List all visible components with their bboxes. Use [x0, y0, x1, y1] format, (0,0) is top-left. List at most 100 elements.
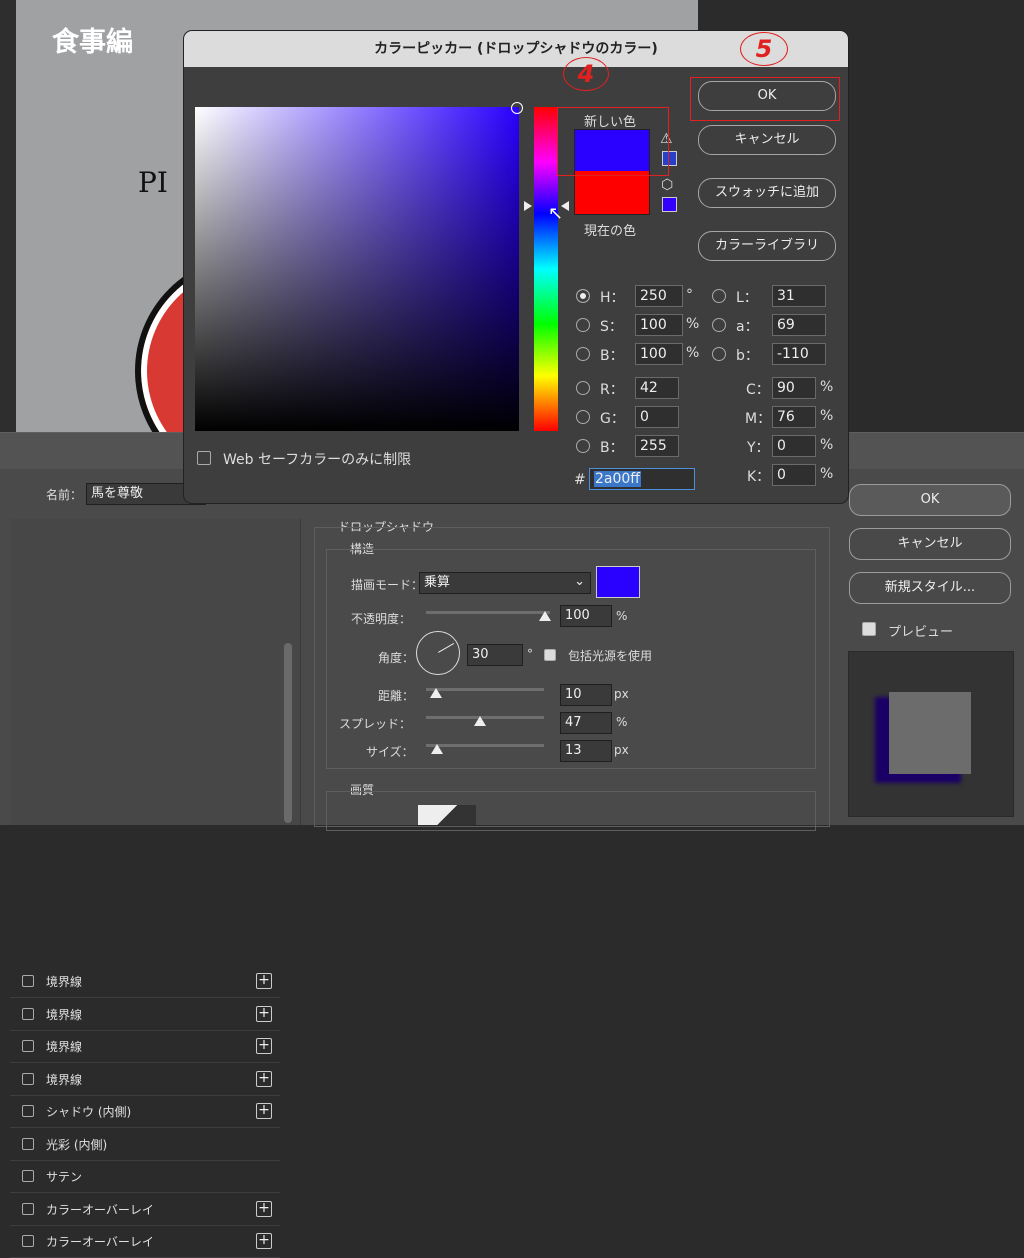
style-checkbox[interactable] — [22, 975, 34, 987]
s-unit: % — [686, 316, 700, 332]
layer-style-cancel-button[interactable]: キャンセル — [849, 528, 1011, 560]
new-style-button[interactable]: 新規スタイル... — [849, 572, 1011, 604]
style-checkbox[interactable] — [22, 1137, 34, 1150]
canvas-title-text: 食事編 — [52, 27, 133, 58]
a-label: a： — [736, 319, 759, 335]
contour-preview[interactable] — [418, 805, 476, 825]
saturation-brightness-field[interactable] — [195, 107, 519, 431]
style-list-item[interactable]: 境界線 + — [10, 1031, 280, 1063]
distance-slider-track[interactable] — [426, 688, 544, 691]
size-label: サイズ： — [366, 745, 414, 759]
m-unit: % — [820, 408, 834, 424]
annotation-highlight-5 — [690, 77, 840, 121]
color-libraries-button[interactable]: カラーライブラリ — [698, 231, 836, 261]
spread-unit: % — [616, 715, 628, 729]
lab-b-radio[interactable] — [712, 347, 726, 361]
style-checkbox[interactable] — [22, 1007, 34, 1020]
style-list-item[interactable]: シャドウ (内側) + — [10, 1096, 280, 1128]
lab-b-field[interactable]: -110 — [772, 343, 826, 365]
web-safe-cube-icon[interactable]: ⬡ — [661, 177, 673, 193]
h-field[interactable]: 250 — [635, 285, 683, 307]
style-checkbox[interactable] — [22, 1202, 34, 1215]
k-field[interactable]: 0 — [772, 464, 816, 486]
add-effect-plus-icon[interactable]: + — [256, 1070, 272, 1087]
chevron-down-icon: ⌄ — [574, 574, 585, 589]
style-list-item[interactable]: カラーオーバーレイ + — [10, 1194, 280, 1226]
g-radio[interactable] — [576, 410, 590, 424]
l-radio[interactable] — [712, 289, 726, 303]
size-field[interactable]: 13 — [560, 740, 612, 762]
style-list-item[interactable]: 境界線 + — [10, 1064, 280, 1096]
r-radio[interactable] — [576, 381, 590, 395]
g-field[interactable]: 0 — [635, 406, 679, 428]
web-safe-color-swatch[interactable] — [662, 197, 677, 212]
hue-slider[interactable] — [534, 107, 558, 431]
brightness-radio[interactable] — [576, 347, 590, 361]
web-safe-label: Web セーフカラーのみに制限 — [223, 452, 412, 468]
opacity-field[interactable]: 100 — [560, 605, 612, 627]
styles-scrollbar[interactable] — [284, 643, 292, 823]
add-to-swatches-button[interactable]: スウォッチに追加 — [698, 178, 836, 208]
s-field[interactable]: 100 — [635, 314, 683, 336]
brightness-field[interactable]: 100 — [635, 343, 683, 365]
add-effect-plus-icon[interactable]: + — [256, 1200, 272, 1217]
h-radio[interactable] — [576, 289, 590, 303]
blue-field[interactable]: 255 — [635, 435, 679, 457]
style-list-item[interactable]: 境界線 + — [10, 966, 280, 998]
style-checkbox[interactable] — [22, 1040, 34, 1052]
l-field[interactable]: 31 — [772, 285, 826, 307]
angle-dial[interactable] — [416, 631, 460, 675]
style-list-item[interactable]: 光彩 (内側) — [10, 1129, 280, 1161]
opacity-slider-knob[interactable] — [539, 611, 551, 621]
add-effect-plus-icon[interactable]: + — [256, 1038, 272, 1054]
add-effect-plus-icon[interactable]: + — [256, 1233, 272, 1249]
opacity-slider-track[interactable] — [426, 611, 550, 614]
blue-radio[interactable] — [576, 439, 590, 453]
add-effect-plus-icon[interactable]: + — [256, 973, 272, 989]
distance-unit: px — [614, 687, 629, 701]
c-field[interactable]: 90 — [772, 377, 816, 399]
add-effect-plus-icon[interactable]: + — [256, 1005, 272, 1022]
preview-checkbox[interactable] — [862, 622, 876, 636]
size-slider-track[interactable] — [426, 744, 544, 747]
m-field[interactable]: 76 — [772, 406, 816, 428]
hue-arrow-left[interactable] — [524, 201, 532, 211]
size-slider-knob[interactable] — [431, 744, 443, 754]
a-field[interactable]: 69 — [772, 314, 826, 336]
spread-field[interactable]: 47 — [560, 712, 612, 734]
style-list-item[interactable]: サテン — [10, 1161, 280, 1193]
styles-list — [10, 519, 301, 825]
k-unit: % — [820, 466, 834, 482]
style-checkbox[interactable] — [22, 1072, 34, 1085]
annotation-step-5: 5 — [740, 32, 788, 66]
s-label: S： — [600, 319, 623, 335]
m-label: M： — [745, 411, 772, 427]
distance-field[interactable]: 10 — [560, 684, 612, 706]
style-checkbox[interactable] — [22, 1170, 34, 1182]
style-checkbox[interactable] — [22, 1105, 34, 1117]
style-list-item[interactable]: カラーオーバーレイ + — [10, 1226, 280, 1258]
hex-field[interactable]: 2a00ff — [589, 468, 695, 490]
style-checkbox[interactable] — [22, 1235, 34, 1247]
cancel-button[interactable]: キャンセル — [698, 125, 836, 155]
blend-mode-select[interactable]: 乗算 ⌄ — [419, 572, 591, 594]
angle-field[interactable]: 30 — [467, 644, 523, 666]
color-field-marker[interactable] — [511, 102, 523, 114]
s-radio[interactable] — [576, 318, 590, 332]
r-field[interactable]: 42 — [635, 377, 679, 399]
blue-label: B： — [600, 440, 624, 456]
preview-label: プレビュー — [888, 625, 954, 640]
global-light-checkbox[interactable] — [544, 649, 556, 661]
add-effect-plus-icon[interactable]: + — [256, 1103, 272, 1119]
distance-slider-knob[interactable] — [430, 688, 442, 698]
web-safe-checkbox[interactable] — [197, 451, 211, 465]
y-field[interactable]: 0 — [772, 435, 816, 457]
style-list-item[interactable]: 境界線 + — [10, 999, 280, 1031]
spread-slider-knob[interactable] — [474, 716, 486, 726]
shadow-color-swatch[interactable] — [596, 566, 640, 598]
a-radio[interactable] — [712, 318, 726, 332]
global-light-label: 包括光源を使用 — [568, 649, 653, 663]
layer-style-ok-button[interactable]: OK — [849, 484, 1011, 516]
current-color-swatch[interactable] — [574, 171, 650, 215]
style-item-label: カラーオーバーレイ — [46, 1235, 154, 1249]
